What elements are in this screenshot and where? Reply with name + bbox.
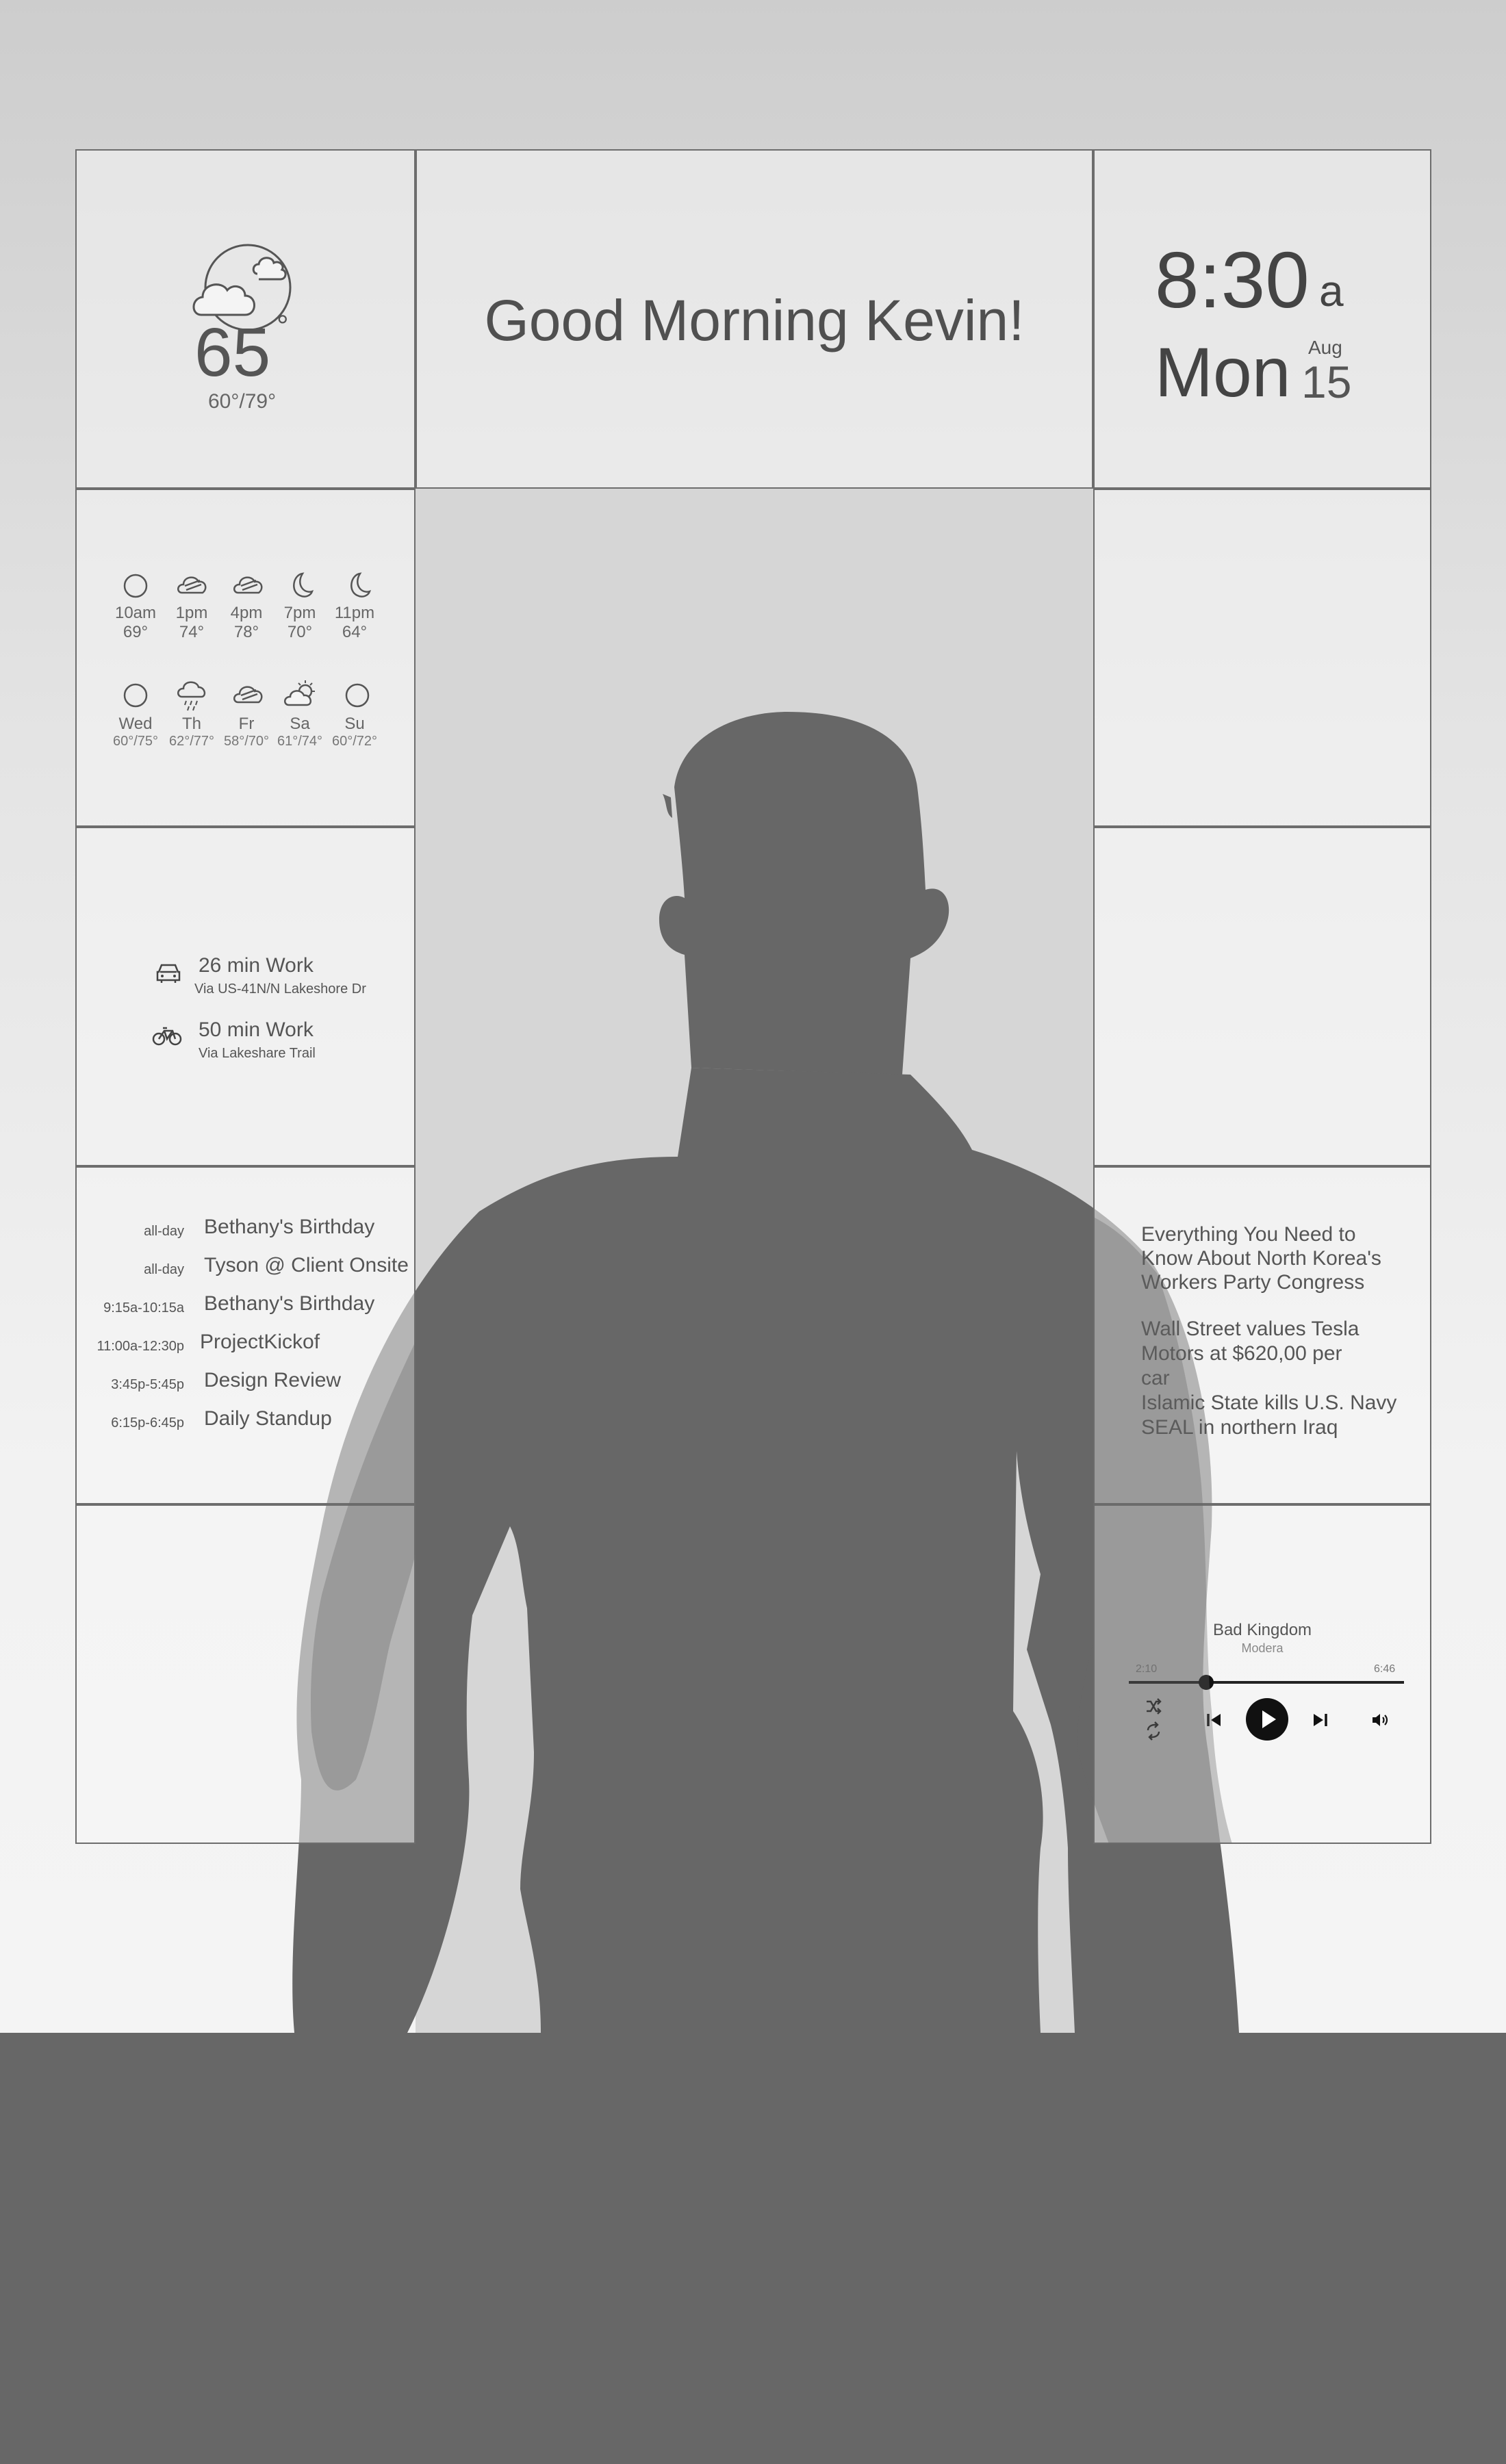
daily-range: 60°/72°: [331, 734, 378, 749]
forecast-panel: 10am 69° 1pm 74° 4pm 78° 7pm 70° 11pm 64…: [75, 489, 416, 827]
event-time: all-day: [144, 1224, 184, 1239]
partly-sunny-icon: [284, 680, 315, 706]
clock-date: 15: [1301, 357, 1352, 407]
track-artist: Modera: [1241, 1641, 1284, 1655]
event-time: all-day: [144, 1262, 184, 1277]
track-duration: 6:46: [1374, 1663, 1396, 1675]
music-panel: Bad Kingdom Modera 2:10 6:46: [1093, 1504, 1431, 1844]
next-icon[interactable]: [1312, 1712, 1329, 1728]
event-time: 6:15p-6:45p: [111, 1415, 184, 1430]
news-panel: Everything You Need to Know About North …: [1093, 1166, 1431, 1504]
clear-icon: [123, 683, 148, 708]
wind-cloud-icon: [177, 576, 207, 594]
event-title[interactable]: ProjectKickof: [200, 1331, 320, 1354]
shuffle-icon[interactable]: [1145, 1698, 1162, 1715]
commute-time: 50 min Work: [199, 1018, 314, 1041]
event-title[interactable]: Daily Standup: [204, 1407, 332, 1430]
event-title[interactable]: Design Review: [204, 1369, 341, 1392]
progress-knob[interactable]: [1198, 1675, 1214, 1690]
news-headline[interactable]: Everything You Need to Know About North …: [1141, 1222, 1408, 1294]
weather-panel: 65 ° 60°/79°: [75, 149, 416, 489]
news-headline[interactable]: Islamic State kills U.S. Navy SEAL in no…: [1141, 1391, 1401, 1440]
moon-icon: [350, 572, 371, 598]
clock-day: Mon: [1155, 333, 1291, 411]
hourly-temp: 74°: [179, 623, 205, 641]
daily-day: Sa: [290, 715, 310, 733]
hourly-temp: 64°: [342, 623, 368, 641]
progress-bar[interactable]: [1129, 1675, 1404, 1690]
calendar-panel: all-day Bethany's Birthday all-day Tyson…: [75, 1166, 416, 1504]
daily-day: Fr: [238, 715, 255, 733]
moon-icon: [293, 572, 314, 598]
event-time: 3:45p-5:45p: [111, 1377, 184, 1392]
wind-cloud-icon: [233, 686, 263, 704]
elapsed-time: 2:10: [1136, 1663, 1158, 1675]
event-time: 11:00a-12:30p: [97, 1339, 184, 1354]
hourly-time: 10am: [114, 604, 157, 622]
greeting-panel: Good Morning Kevin!: [416, 149, 1093, 489]
hourly-time: 4pm: [230, 604, 263, 622]
wind-cloud-icon: [233, 576, 263, 594]
hourly-time: 11pm: [334, 604, 375, 622]
clock-time: 8:30: [1155, 235, 1310, 324]
daily-day: Su: [344, 715, 365, 733]
play-button[interactable]: [1245, 1697, 1289, 1741]
hourly-time: 1pm: [175, 604, 208, 622]
clear-night-icon: [123, 574, 148, 598]
hourly-temp: 69°: [123, 623, 149, 641]
repeat-icon[interactable]: [1145, 1721, 1162, 1741]
daily-day: Th: [181, 715, 201, 733]
previous-icon[interactable]: [1205, 1712, 1222, 1728]
hourly-temp: 78°: [233, 623, 259, 641]
greeting-text: Good Morning Kevin!: [484, 288, 1025, 352]
empty-panel-right-2: [1093, 827, 1431, 1166]
hourly-temp: 70°: [287, 623, 313, 641]
commute-via: Via Lakeshare Trail: [199, 1046, 316, 1061]
daily-day: Wed: [118, 715, 153, 733]
news-headline[interactable]: Wall Street values Tesla Motors at $620,…: [1141, 1317, 1374, 1391]
clear-icon: [345, 683, 370, 708]
hourly-time: 7pm: [283, 604, 316, 622]
event-title[interactable]: Bethany's Birthday: [204, 1216, 374, 1239]
rain-icon: [177, 681, 206, 711]
track-title: Bad Kingdom: [1212, 1621, 1312, 1639]
event-title[interactable]: Bethany's Birthday: [204, 1292, 374, 1316]
car-icon: [156, 964, 181, 983]
current-temp: 65: [194, 314, 271, 391]
empty-panel-left: [75, 1504, 416, 1844]
event-title[interactable]: Tyson @ Client Onsite: [204, 1254, 409, 1277]
clock-panel: 8:30 a Mon Aug 15: [1093, 149, 1431, 489]
event-time: 9:15a-10:15a: [103, 1300, 184, 1316]
bike-icon: [152, 1027, 182, 1046]
volume-icon[interactable]: [1371, 1712, 1390, 1728]
commute-via: Via US-41N/N Lakeshore Dr: [194, 981, 366, 997]
commute-panel: 26 min Work Via US-41N/N Lakeshore Dr 50…: [75, 827, 416, 1166]
empty-panel-right-1: [1093, 489, 1431, 827]
clock-ampm: a: [1319, 266, 1344, 316]
temp-range: 60°/79°: [208, 390, 277, 413]
commute-time: 26 min Work: [199, 954, 314, 977]
degree-symbol: °: [277, 309, 289, 343]
